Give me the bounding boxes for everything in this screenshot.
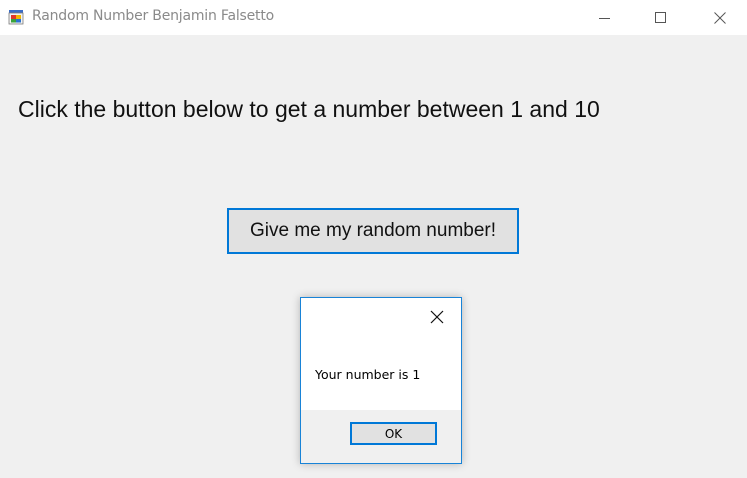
minimize-button[interactable] [582,0,628,35]
close-icon [714,11,726,24]
instruction-label: Click the button below to get a number b… [18,96,600,122]
dialog-message: Your number is 1 [315,367,421,382]
minimize-icon [599,17,610,19]
close-button[interactable] [697,0,743,35]
window-title: Random Number Benjamin Falsetto [32,8,274,24]
ok-button[interactable]: OK [350,422,437,445]
dialog-footer: OK [301,410,461,463]
close-icon[interactable] [429,309,445,325]
ok-button-label: OK [384,426,403,441]
random-number-button[interactable]: Give me my random number! [227,208,519,254]
app-window: Random Number Benjamin Falsetto Click th… [0,0,747,478]
title-bar[interactable]: Random Number Benjamin Falsetto [0,0,747,35]
windows-form-app-icon [8,9,24,25]
random-number-button-label: Give me my random number! [249,220,497,241]
maximize-icon [655,11,666,23]
message-box-dialog: Your number is 1 OK [300,297,462,464]
maximize-button[interactable] [638,0,684,35]
